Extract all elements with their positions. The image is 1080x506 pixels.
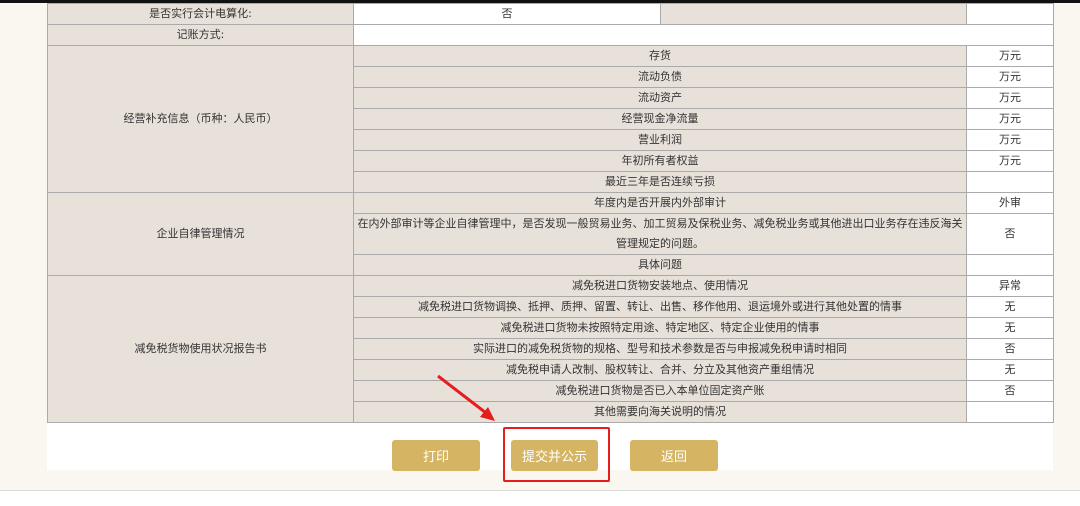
- footer: [0, 491, 1080, 506]
- arrow-annotation: [437, 374, 495, 421]
